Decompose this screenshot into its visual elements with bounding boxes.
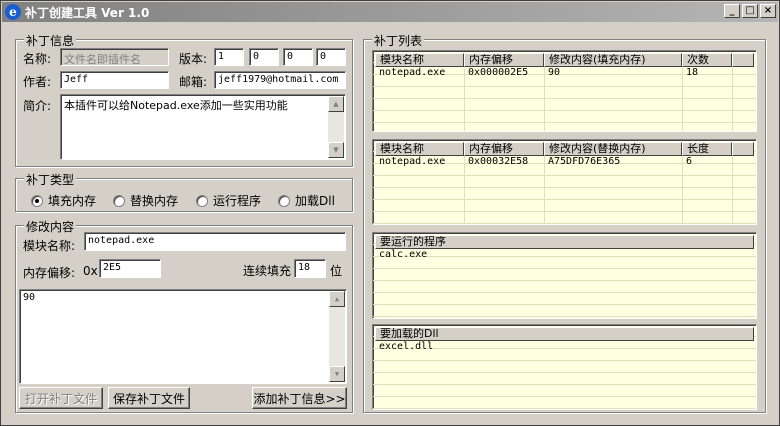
- email-label: 邮箱:: [179, 75, 208, 89]
- cell-offset: 0x000002E5: [468, 67, 529, 78]
- radio-load-dll-dot: [278, 194, 290, 207]
- scroll-down-icon[interactable]: ▼: [328, 142, 344, 158]
- patch-info-legend: 补丁信息: [24, 32, 77, 49]
- modify-legend: 修改内容: [24, 218, 77, 235]
- replace-memory-table[interactable]: 模块名称 内存偏移 修改内容(替换内存) 长度 notepad.exe 0x00…: [372, 139, 757, 225]
- cell-module: notepad.exe: [379, 67, 446, 78]
- window-controls: _ □ ×: [724, 4, 776, 18]
- fill-count-input[interactable]: 18: [294, 259, 326, 278]
- radio-run-program[interactable]: 运行程序: [196, 192, 261, 209]
- email-input[interactable]: jeff1979@hotmail.com: [214, 71, 346, 89]
- cell-module: notepad.exe: [379, 156, 446, 167]
- content-textarea[interactable]: 90 ▲ ▼: [19, 289, 347, 384]
- col-offset[interactable]: 内存偏移: [464, 142, 544, 156]
- col-program[interactable]: 要运行的程序: [375, 235, 754, 249]
- cell-count: 18: [686, 67, 699, 78]
- fill-table-header: 模块名称 内存偏移 修改内容(填充内存) 次数: [375, 53, 754, 67]
- cell-content: A75DFD76E365: [548, 156, 621, 167]
- radio-run-program-label: 运行程序: [213, 194, 262, 208]
- radio-fill-memory[interactable]: 填充内存: [31, 192, 96, 209]
- dll-table-header: 要加载的Dll: [375, 327, 754, 341]
- version-minor-input[interactable]: 0: [249, 48, 279, 66]
- scroll-up-icon[interactable]: ▲: [329, 291, 345, 307]
- version-label: 版本:: [179, 52, 208, 66]
- patch-list-legend: 补丁列表: [372, 32, 425, 49]
- version-build-input[interactable]: 0: [283, 48, 313, 66]
- fill-unit-label: 位: [330, 264, 343, 278]
- content-text: 90: [23, 292, 36, 303]
- content-scrollbar[interactable]: ▲ ▼: [329, 291, 345, 382]
- desc-textarea[interactable]: 本插件可以给Notepad.exe添加一些实用功能 ▲ ▼: [60, 94, 346, 160]
- radio-load-dll[interactable]: 加载Dll: [278, 192, 335, 209]
- radio-replace-memory[interactable]: 替换内存: [113, 192, 178, 209]
- replace-table-header: 模块名称 内存偏移 修改内容(替换内存) 长度: [375, 142, 754, 156]
- radio-fill-memory-label: 填充内存: [48, 194, 97, 208]
- add-patch-button[interactable]: 添加补丁信息>>: [252, 387, 347, 409]
- table-row[interactable]: notepad.exe 0x000002E5 90 18: [375, 67, 754, 79]
- desc-scrollbar[interactable]: ▲ ▼: [328, 96, 344, 158]
- save-patch-button[interactable]: 保存补丁文件: [108, 387, 190, 409]
- col-length[interactable]: 长度: [682, 142, 732, 156]
- col-module[interactable]: 模块名称: [375, 53, 464, 67]
- table-row[interactable]: excel.dll: [375, 341, 754, 353]
- e-icon: e: [5, 4, 21, 20]
- radio-replace-memory-dot: [113, 194, 125, 207]
- cell-program: calc.exe: [379, 249, 428, 260]
- col-count[interactable]: 次数: [682, 53, 732, 67]
- cell-offset: 0x00032E58: [468, 156, 529, 167]
- col-offset[interactable]: 内存偏移: [464, 53, 544, 67]
- close-button[interactable]: ×: [760, 4, 776, 18]
- author-input[interactable]: Jeff: [60, 71, 169, 89]
- minimize-button[interactable]: _: [724, 4, 740, 18]
- col-dll[interactable]: 要加载的Dll: [375, 327, 754, 341]
- patch-type-legend: 补丁类型: [24, 171, 77, 188]
- offset-label: 内存偏移:: [23, 266, 76, 280]
- name-label: 名称:: [23, 52, 52, 66]
- scroll-up-icon[interactable]: ▲: [328, 96, 344, 112]
- table-row[interactable]: notepad.exe 0x00032E58 A75DFD76E365 6: [375, 156, 754, 168]
- title-bar[interactable]: e 补丁创建工具 Ver 1.0 _ □ ×: [2, 2, 778, 22]
- author-label: 作者:: [23, 75, 52, 89]
- cell-content: 90: [548, 67, 561, 78]
- module-input[interactable]: notepad.exe: [84, 232, 346, 251]
- cell-dll: excel.dll: [379, 341, 434, 352]
- col-module[interactable]: 模块名称: [375, 142, 464, 156]
- desc-label: 简介:: [23, 99, 52, 113]
- cell-length: 6: [686, 156, 693, 167]
- radio-fill-memory-dot: [31, 194, 43, 207]
- desc-text: 本插件可以给Notepad.exe添加一些实用功能: [64, 99, 288, 112]
- fill-label: 连续填充: [243, 264, 292, 278]
- table-row[interactable]: calc.exe: [375, 249, 754, 261]
- name-input[interactable]: 文件名即插件名: [60, 48, 169, 66]
- main-window: e 补丁创建工具 Ver 1.0 _ □ × 补丁信息 名称: 文件名即插件名 …: [0, 0, 780, 426]
- maximize-button[interactable]: □: [742, 4, 758, 18]
- radio-replace-memory-label: 替换内存: [130, 194, 179, 208]
- offset-input[interactable]: 2E5: [99, 259, 161, 278]
- window-title: 补丁创建工具 Ver 1.0: [25, 5, 150, 20]
- col-content[interactable]: 修改内容(替换内存): [544, 142, 682, 156]
- radio-run-program-dot: [196, 194, 208, 207]
- scroll-down-icon[interactable]: ▼: [329, 366, 345, 382]
- version-rev-input[interactable]: 0: [316, 48, 346, 66]
- version-major-input[interactable]: 1: [214, 48, 244, 66]
- fill-memory-table[interactable]: 模块名称 内存偏移 修改内容(填充内存) 次数 notepad.exe 0x00…: [372, 50, 757, 132]
- open-patch-button[interactable]: 打开补丁文件: [19, 387, 103, 409]
- radio-load-dll-label: 加载Dll: [295, 194, 335, 208]
- run-table-header: 要运行的程序: [375, 235, 754, 249]
- col-content[interactable]: 修改内容(填充内存): [544, 53, 682, 67]
- run-program-table[interactable]: 要运行的程序 calc.exe: [372, 232, 757, 319]
- load-dll-table[interactable]: 要加载的Dll excel.dll: [372, 324, 757, 410]
- offset-prefix: 0x: [83, 264, 98, 278]
- module-label: 模块名称:: [23, 239, 76, 253]
